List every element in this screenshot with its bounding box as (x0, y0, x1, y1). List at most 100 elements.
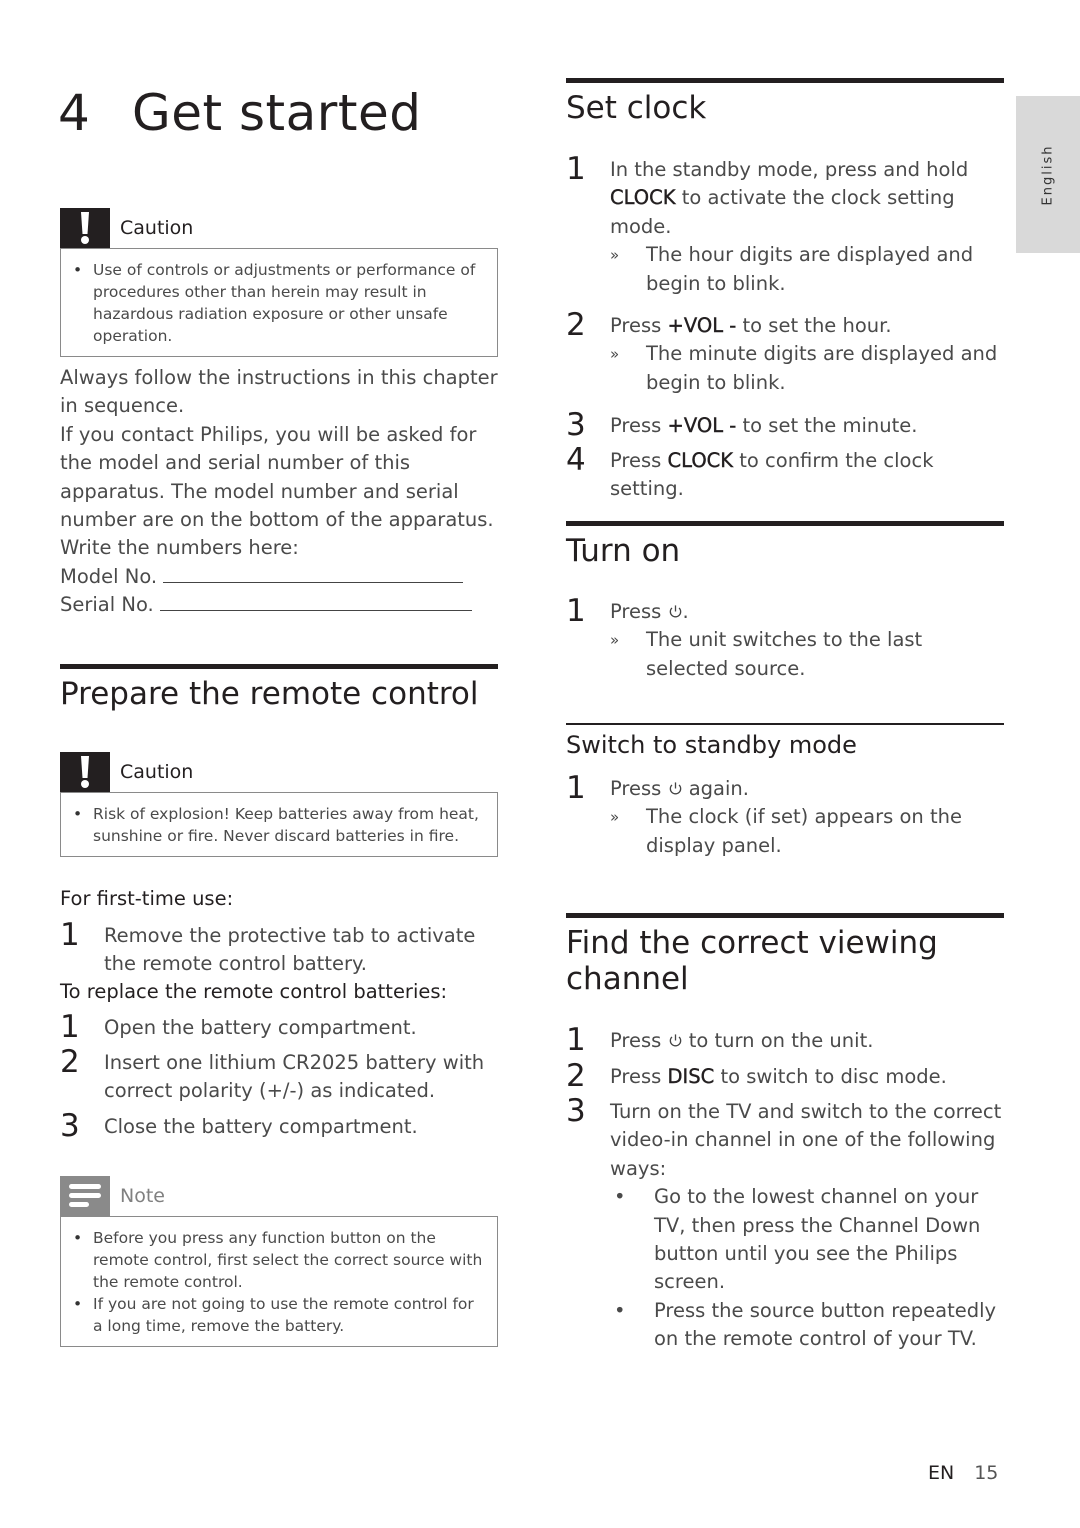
step-number: 4 (566, 442, 586, 478)
section-title-turn-on: Turn on (566, 533, 681, 569)
intro-line: If you contact Philips, you will be aske… (60, 422, 494, 560)
result-arrow-icon: » (610, 246, 620, 265)
step-text: Press +VOL - to set the minute. (610, 414, 918, 437)
first-use-label: For first-time use: (60, 887, 234, 910)
step-text: Insert one lithium CR2025 battery with c… (104, 1051, 485, 1103)
step-result: » The hour digits are displayed and begin… (610, 243, 974, 295)
exclamation-icon (60, 752, 110, 792)
section-title-channel: Find the correct viewing channel (566, 925, 938, 997)
bullet-item: • Go to the lowest channel on your TV, th… (614, 1185, 981, 1294)
power-icon (669, 605, 681, 618)
step-item: 3 Turn on the TV and switch to the corre… (566, 1094, 1006, 1354)
intro-line: Always follow the instructions in this c… (60, 366, 498, 418)
replace-label: To replace the remote control batteries: (60, 980, 448, 1003)
step-item: 1 Open the battery compartment. (60, 1010, 500, 1044)
step-number: 1 (60, 1009, 80, 1045)
step-item: 1 Press to turn on the unit. (566, 1023, 1006, 1057)
note-item: Before you press any function button on … (73, 1227, 483, 1293)
subsection-rule (566, 723, 1004, 725)
note-box: Note Before you press any function butto… (60, 1176, 498, 1347)
step-text: Press to turn on the unit. (610, 1029, 874, 1052)
power-icon (669, 1034, 681, 1047)
model-number-line[interactable] (163, 565, 464, 583)
key-label: CLOCK (667, 449, 734, 472)
caution-item: Risk of explosion! Keep batteries away f… (73, 803, 483, 847)
result-arrow-icon: » (610, 345, 620, 364)
serial-number-line[interactable] (159, 593, 472, 612)
step-number: 3 (566, 407, 586, 443)
step-number: 3 (60, 1108, 80, 1144)
step-item: 3 Press +VOL - to set the minute. (566, 408, 1006, 442)
model-label: Model No. (60, 564, 158, 588)
bullet-icon: • (614, 1298, 626, 1322)
bullet-icon: • (614, 1185, 626, 1209)
page-number: 15 (974, 1462, 999, 1484)
chapter-title-text: Get started (132, 84, 422, 142)
subsection-title-standby: Switch to standby mode (566, 731, 857, 759)
section-rule (566, 521, 1004, 526)
step-item: 2 Insert one lithium CR2025 battery with… (60, 1045, 500, 1106)
caution-label: Caution (120, 761, 194, 783)
result-arrow-icon: » (610, 808, 620, 827)
step-text: Close the battery compartment. (104, 1115, 418, 1138)
step-result: » The unit switches to the last selected … (610, 628, 923, 680)
section-rule (566, 78, 1004, 83)
language-tab-label: English (1040, 144, 1056, 205)
step-text: Press +VOL - to set the hour. (610, 314, 892, 337)
step-number: 2 (566, 307, 586, 343)
step-text: Press . (610, 600, 689, 623)
step-number: 2 (60, 1044, 80, 1080)
footer-lang: EN (928, 1462, 955, 1484)
step-item: 1 In the standby mode, press and hold CL… (566, 152, 1006, 298)
key-label: +VOL - (667, 314, 737, 337)
step-text: Press DISC to switch to disc mode. (610, 1065, 947, 1088)
step-number: 1 (566, 770, 586, 806)
step-text: In the standby mode, press and hold CLOC… (610, 158, 969, 238)
step-text: Press CLOCK to confirm the clock setting… (610, 449, 934, 501)
step-result: » The clock (if set) appears on the displ… (610, 805, 962, 857)
step-number: 1 (60, 917, 80, 953)
chapter-title: 4 Get started (58, 84, 421, 142)
step-number: 2 (566, 1058, 586, 1094)
language-tab: English (1016, 96, 1080, 253)
caution-box: Caution Use of controls or adjustments o… (60, 208, 498, 357)
caution-label: Caution (120, 217, 194, 239)
caution-box: Caution Risk of explosion! Keep batterie… (60, 752, 498, 857)
serial-label: Serial No. (60, 593, 154, 617)
note-item: If you are not going to use the remote c… (73, 1293, 483, 1337)
key-label: DISC (667, 1065, 715, 1088)
caution-item: Use of controls or adjustments or perfor… (73, 259, 483, 347)
step-text: Remove the protective tab to activate th… (104, 924, 476, 976)
step-result: » The minute digits are displayed and beg… (610, 342, 998, 394)
step-item: 1 Press again. » The clock (if set) appea… (566, 771, 1006, 860)
step-item: 1 Press . » The unit switches to the last… (566, 594, 1006, 683)
step-item: 2 Press +VOL - to set the hour. » The min… (566, 308, 1006, 397)
step-item: 3 Close the battery compartment. (60, 1109, 500, 1143)
section-title-set-clock: Set clock (566, 90, 707, 126)
serial-number-field[interactable]: Serial No. (60, 591, 500, 619)
step-text: Press again. (610, 777, 749, 800)
section-rule (566, 913, 1004, 918)
page-footer: EN 15 (928, 1462, 998, 1484)
step-item: 2 Press DISC to switch to disc mode. (566, 1059, 1006, 1093)
section-title-remote: Prepare the remote control (60, 676, 479, 712)
key-label: CLOCK (610, 186, 676, 210)
result-arrow-icon: » (610, 631, 620, 650)
bullet-item: • Press the source button repeatedly on t… (614, 1298, 997, 1351)
note-label: Note (120, 1185, 165, 1207)
step-number: 1 (566, 151, 586, 187)
exclamation-icon (60, 208, 110, 248)
model-number-field[interactable]: Model No. (60, 563, 500, 591)
key-label: +VOL - (667, 414, 737, 437)
step-number: 1 (566, 1022, 586, 1058)
power-icon (669, 782, 681, 795)
section-rule (60, 664, 498, 669)
step-item: 4 Press CLOCK to confirm the clock setti… (566, 443, 1006, 504)
step-number: 3 (566, 1093, 586, 1129)
step-text: Turn on the TV and switch to the correct… (610, 1100, 1002, 1180)
step-text: Open the battery compartment. (104, 1016, 417, 1039)
step-item: 1 Remove the protective tab to activate … (60, 918, 500, 979)
step-number: 1 (566, 593, 586, 629)
note-lines-icon (60, 1176, 110, 1216)
intro-paragraph: Always follow the instructions in this c… (60, 364, 500, 620)
